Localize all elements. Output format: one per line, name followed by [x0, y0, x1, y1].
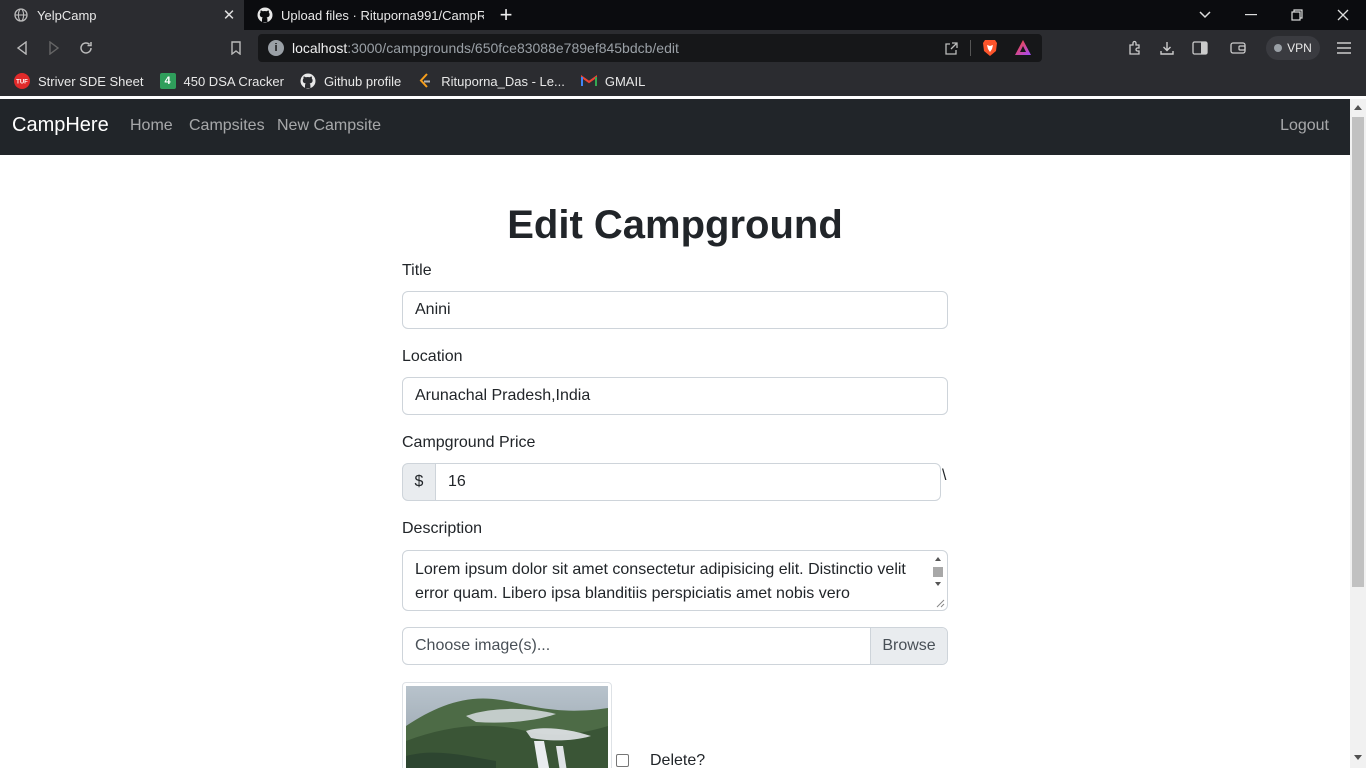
extensions-icon[interactable] — [1123, 36, 1147, 60]
stray-text: \ — [942, 467, 947, 484]
scrollbar-thumb[interactable] — [1352, 117, 1364, 587]
tab-yelpcamp[interactable]: YelpCamp ✕ — [0, 0, 244, 30]
leetcode-icon — [417, 73, 433, 89]
tab-upload-files[interactable]: Upload files · Rituporna991/CampRitu — [244, 0, 484, 30]
close-window-icon[interactable] — [1320, 0, 1366, 30]
sidebar-icon[interactable] — [1188, 36, 1212, 60]
logout-link[interactable]: Logout — [1280, 117, 1329, 135]
bookmark-450-dsa[interactable]: 4 450 DSA Cracker — [159, 73, 284, 89]
browse-button[interactable]: Browse — [870, 628, 947, 664]
bookmark-leetcode[interactable]: Rituporna_Das - Le... — [417, 73, 565, 89]
globe-icon — [13, 7, 29, 23]
svg-text:TUF: TUF — [16, 80, 28, 86]
price-input[interactable]: 16 — [435, 463, 941, 501]
delete-label: Delete? — [650, 752, 706, 768]
address-bar[interactable]: i localhost:3000/campgrounds/650fce83088… — [258, 34, 1042, 62]
waterfall-image — [406, 686, 608, 768]
location-label: Location — [402, 348, 463, 365]
divider — [970, 40, 971, 56]
back-icon[interactable] — [10, 36, 34, 60]
site-navbar: CampHere Home Campsites New Campsite Log… — [0, 99, 1350, 155]
tab-title: Upload files · Rituporna991/CampRitu — [281, 7, 484, 23]
tab-search-chevron-icon[interactable] — [1182, 0, 1228, 30]
url-text[interactable]: localhost:3000/campgrounds/650fce83088e7… — [292, 40, 679, 56]
description-textarea[interactable]: Lorem ipsum dolor sit amet consectetur a… — [402, 550, 948, 611]
site-info-icon[interactable]: i — [268, 40, 284, 56]
page-title: Edit Campground — [507, 203, 843, 247]
minimize-icon[interactable] — [1228, 0, 1274, 30]
share-icon[interactable] — [942, 39, 960, 57]
delete-image-checkbox[interactable] — [616, 754, 629, 767]
vpn-button[interactable]: VPN — [1266, 36, 1320, 60]
description-label: Description — [402, 520, 483, 537]
bookmark-icon[interactable] — [224, 36, 248, 60]
campground-image-thumbnail — [402, 682, 612, 768]
bookmark-striver[interactable]: TUF Striver SDE Sheet — [14, 73, 144, 89]
brave-shields-icon[interactable] — [980, 38, 1000, 58]
bookmark-github[interactable]: Github profile — [300, 73, 401, 89]
title-input[interactable]: Anini — [402, 291, 948, 329]
scroll-down-icon[interactable] — [1354, 755, 1362, 760]
close-tab-icon[interactable]: ✕ — [220, 6, 238, 24]
reload-icon[interactable] — [74, 36, 98, 60]
wallet-icon[interactable] — [1226, 36, 1250, 60]
vpn-status-icon — [1274, 44, 1283, 52]
tab-title: YelpCamp — [37, 7, 97, 23]
tuf-icon: TUF — [14, 73, 30, 89]
browser-tab-bar: YelpCamp ✕ Upload files · Rituporna991/C… — [0, 0, 1366, 30]
bookmarks-bar: TUF Striver SDE Sheet 4 450 DSA Cracker … — [0, 66, 1366, 96]
price-currency-prefix: $ — [402, 463, 436, 501]
bookmark-gmail[interactable]: GMAIL — [580, 73, 645, 89]
price-label: Campground Price — [402, 434, 536, 451]
textarea-scrollbar[interactable] — [930, 552, 946, 608]
web-page: CampHere Home Campsites New Campsite Log… — [0, 99, 1350, 768]
brand-link[interactable]: CampHere — [12, 114, 109, 137]
new-tab-button[interactable]: + — [494, 2, 518, 27]
nav-new-campsite-link[interactable]: New Campsite — [277, 117, 381, 135]
github-icon — [300, 73, 316, 89]
four-icon: 4 — [159, 73, 176, 89]
page-scrollbar[interactable] — [1350, 99, 1366, 768]
brave-rewards-icon[interactable] — [1014, 39, 1032, 57]
menu-icon[interactable] — [1332, 36, 1356, 60]
github-icon — [257, 7, 273, 23]
file-placeholder: Choose image(s)... — [415, 637, 551, 654]
location-input[interactable]: Arunachal Pradesh,India — [402, 377, 948, 415]
image-file-input[interactable]: Choose image(s)... Browse — [402, 627, 948, 665]
title-label: Title — [402, 262, 432, 279]
restore-icon[interactable] — [1274, 0, 1320, 30]
nav-campsites-link[interactable]: Campsites — [189, 117, 265, 135]
scroll-up-icon[interactable] — [1354, 105, 1362, 110]
download-icon[interactable] — [1155, 36, 1179, 60]
forward-icon[interactable] — [42, 36, 66, 60]
nav-home-link[interactable]: Home — [130, 117, 173, 135]
gmail-icon — [580, 73, 597, 89]
